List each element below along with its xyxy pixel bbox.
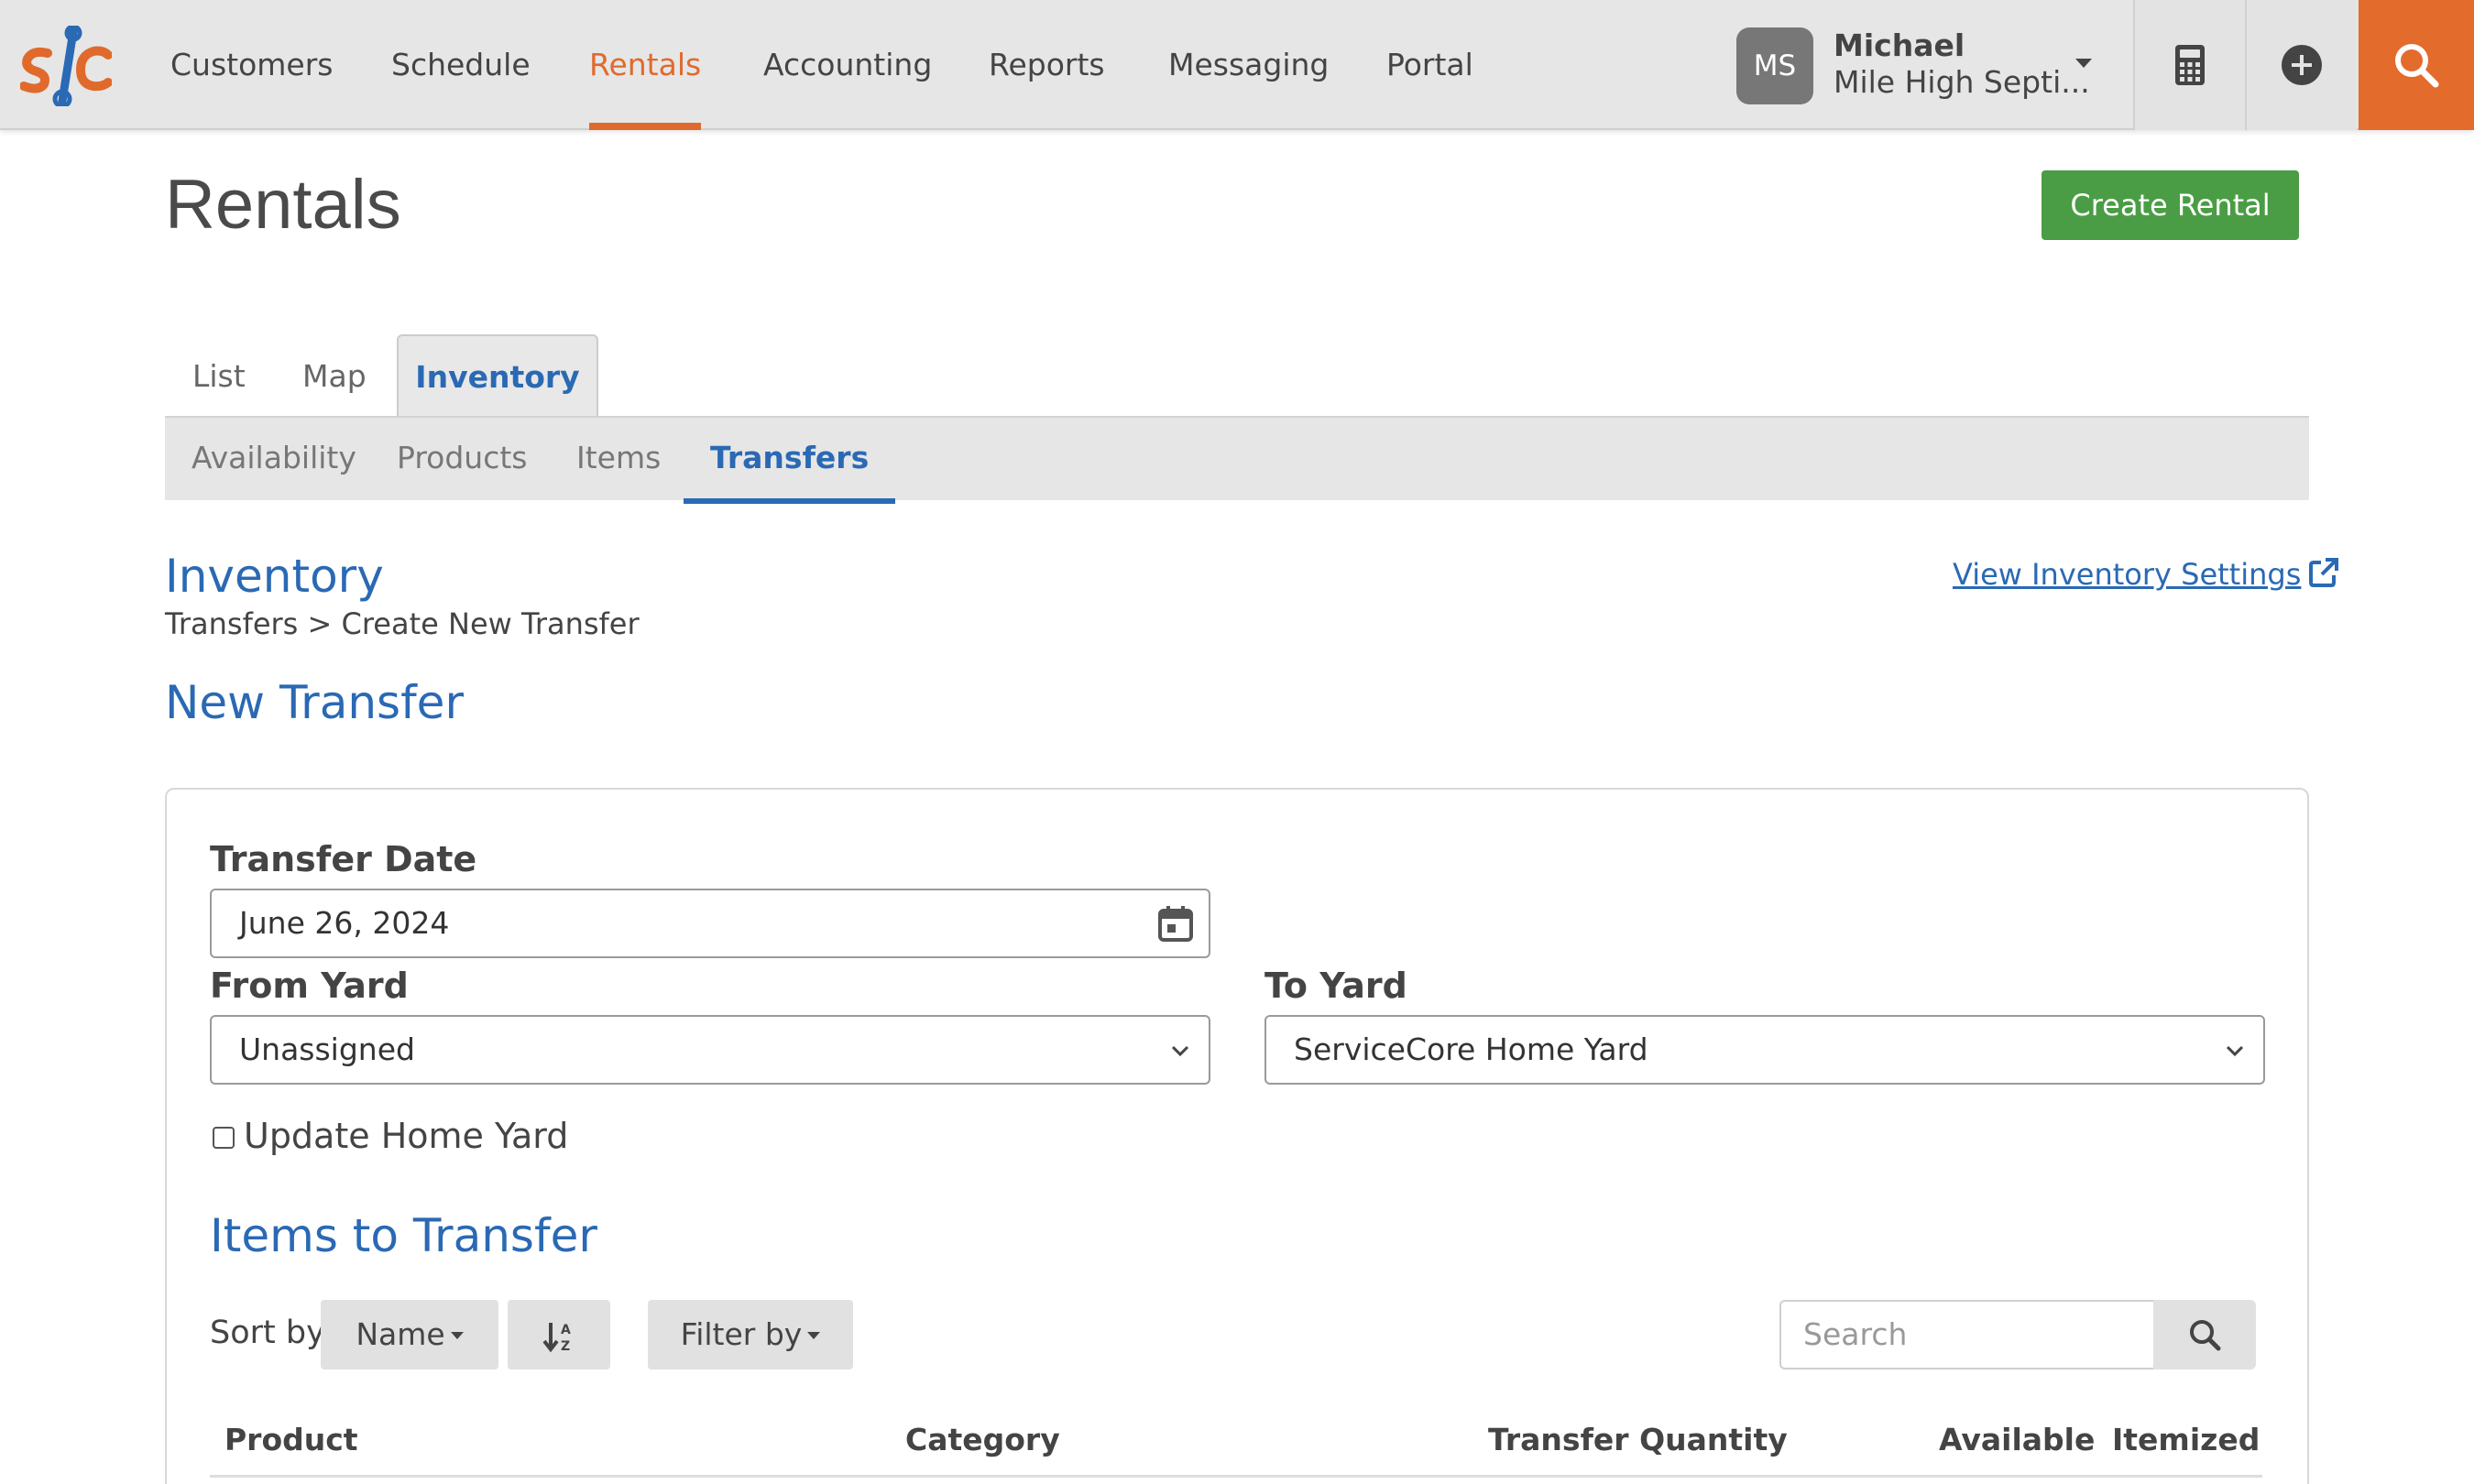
items-to-transfer-title: Items to Transfer <box>210 1209 597 1262</box>
update-home-yard-checkbox[interactable] <box>213 1127 235 1149</box>
calculator-icon <box>2175 45 2205 85</box>
subtab-items[interactable]: Items <box>576 418 661 502</box>
subtab-availability[interactable]: Availability <box>192 418 356 502</box>
tab-list[interactable]: List <box>192 335 246 418</box>
search-icon <box>2395 44 2439 88</box>
calendar-icon[interactable] <box>1157 904 1194 943</box>
external-link-icon <box>2309 558 2339 587</box>
sort-alpha-icon: A Z <box>542 1322 571 1354</box>
from-yard-select[interactable]: Unassigned <box>210 1015 1210 1085</box>
update-home-yard-label[interactable]: Update Home Yard <box>244 1116 568 1156</box>
form-title: New Transfer <box>165 676 465 729</box>
from-yard-label: From Yard <box>210 966 409 1006</box>
search-icon <box>2190 1320 2221 1351</box>
items-search-button[interactable] <box>2153 1300 2256 1369</box>
from-yard-value: Unassigned <box>239 1031 415 1067</box>
filter-by-label: Filter by <box>680 1316 803 1352</box>
svg-text:A: A <box>561 1323 571 1337</box>
nav-accounting[interactable]: Accounting <box>763 0 932 130</box>
sort-field-value: Name <box>356 1316 445 1352</box>
items-search-input[interactable]: Search <box>1779 1300 2155 1369</box>
caret-down-icon <box>450 1332 464 1339</box>
transfer-date-input[interactable]: June 26, 2024 <box>210 889 1210 958</box>
chevron-down-icon <box>1171 1045 1189 1057</box>
inventory-subnav: Availability Products Items Transfers <box>165 416 2309 504</box>
sort-field-dropdown[interactable]: Name <box>321 1300 498 1369</box>
column-header-product[interactable]: Product <box>224 1422 358 1457</box>
nav-messaging[interactable]: Messaging <box>1168 0 1329 130</box>
to-yard-value: ServiceCore Home Yard <box>1294 1031 1648 1067</box>
user-menu[interactable]: MS Michael Mile High Septi... <box>1736 26 2103 104</box>
create-rental-button[interactable]: Create Rental <box>2042 170 2299 240</box>
column-header-itemized[interactable]: Itemized <box>2112 1422 2260 1457</box>
transfer-form-card: Transfer Date June 26, 2024 From Yard Un… <box>165 788 2309 1484</box>
section-title: Inventory <box>165 550 384 603</box>
nav-reports[interactable]: Reports <box>989 0 1105 130</box>
column-header-transfer-quantity[interactable]: Transfer Quantity <box>1488 1422 1788 1457</box>
svg-text:Z: Z <box>561 1339 570 1353</box>
subtab-products[interactable]: Products <box>397 418 528 502</box>
top-navigation-bar: Customers Schedule Rentals Accounting Re… <box>0 0 2474 130</box>
subtab-transfers[interactable]: Transfers <box>683 418 896 504</box>
nav-rentals[interactable]: Rentals <box>589 0 702 130</box>
settings-link-label: View Inventory Settings <box>1953 557 2302 592</box>
column-header-category[interactable]: Category <box>905 1422 1060 1457</box>
table-header-divider <box>210 1475 2262 1478</box>
quick-add-button[interactable] <box>2245 0 2357 130</box>
tab-inventory[interactable]: Inventory <box>397 334 598 419</box>
chevron-down-icon <box>2226 1045 2244 1057</box>
sort-by-label: Sort by <box>210 1315 325 1351</box>
calculator-button[interactable] <box>2133 0 2245 130</box>
user-name: Michael <box>1834 27 1965 63</box>
avatar: MS <box>1736 27 1813 104</box>
page-title: Rentals <box>165 166 401 244</box>
plus-circle-icon <box>2282 45 2322 85</box>
to-yard-label: To Yard <box>1264 966 1407 1006</box>
sort-direction-button[interactable]: A Z <box>508 1300 610 1369</box>
global-search-button[interactable] <box>2359 0 2474 130</box>
view-inventory-settings-link[interactable]: View Inventory Settings <box>1953 557 2339 592</box>
user-company: Mile High Septi... <box>1834 64 2090 100</box>
caret-down-icon <box>2075 59 2092 68</box>
to-yard-select[interactable]: ServiceCore Home Yard <box>1264 1015 2265 1085</box>
caret-down-icon <box>807 1332 821 1339</box>
nav-customers[interactable]: Customers <box>170 0 334 130</box>
column-header-available[interactable]: Available <box>1939 1422 2095 1457</box>
servicecore-logo[interactable] <box>19 24 113 109</box>
tab-map[interactable]: Map <box>302 335 367 418</box>
nav-schedule[interactable]: Schedule <box>391 0 531 130</box>
filter-by-dropdown[interactable]: Filter by <box>648 1300 853 1369</box>
transfer-date-value: June 26, 2024 <box>239 905 450 941</box>
nav-portal[interactable]: Portal <box>1386 0 1473 130</box>
transfer-date-label: Transfer Date <box>210 839 477 879</box>
breadcrumb: Transfers > Create New Transfer <box>165 606 640 641</box>
